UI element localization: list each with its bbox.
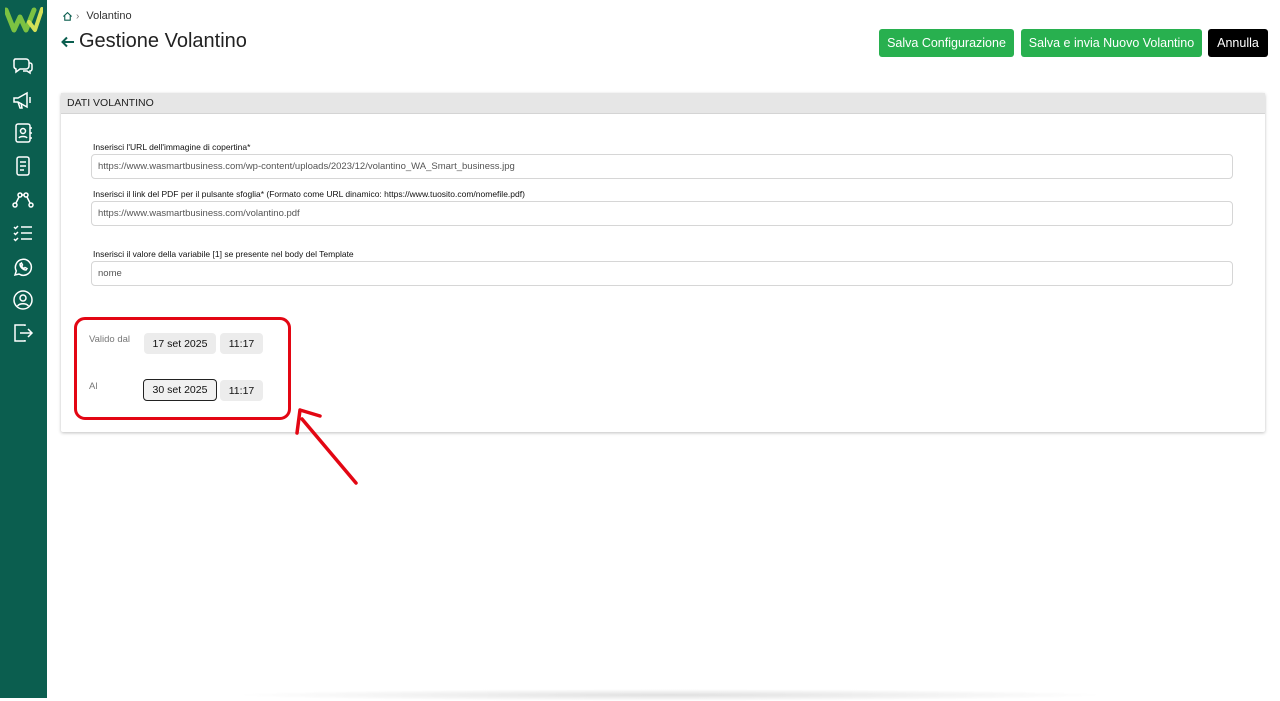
save-config-button[interactable]: Salva Configurazione: [879, 29, 1014, 57]
variable-label: Inserisci il valore della variabile [1] …: [93, 249, 354, 259]
contacts-icon[interactable]: [11, 121, 35, 145]
chat-icon[interactable]: [11, 54, 35, 78]
logout-icon[interactable]: [11, 321, 35, 345]
document-icon[interactable]: [11, 154, 35, 178]
user-icon[interactable]: [11, 288, 35, 312]
breadcrumb-separator: ›: [76, 10, 80, 22]
save-send-button[interactable]: Salva e invia Nuovo Volantino: [1021, 29, 1202, 57]
variable-input[interactable]: [91, 261, 1233, 286]
flow-icon[interactable]: [11, 188, 35, 212]
back-arrow-icon[interactable]: [60, 34, 76, 50]
cover-url-input[interactable]: [91, 154, 1233, 179]
cover-url-label: Inserisci l'URL dell'immagine di coperti…: [93, 142, 251, 152]
bottom-shadow: [230, 689, 1110, 701]
home-icon[interactable]: [62, 11, 73, 22]
app-logo[interactable]: [5, 7, 43, 33]
card-header: DATI VOLANTINO: [61, 93, 1265, 114]
pdf-link-label: Inserisci il link del PDF per il pulsant…: [93, 189, 525, 199]
validity-highlight-box: [74, 317, 291, 420]
pdf-link-input[interactable]: [91, 201, 1233, 226]
annotation-arrow-icon: [295, 408, 358, 485]
breadcrumb: › Volantino: [62, 10, 132, 22]
cancel-button[interactable]: Annulla: [1208, 29, 1268, 57]
checklist-icon[interactable]: [11, 221, 35, 245]
sidebar: [0, 0, 47, 698]
page-title-row: Gestione Volantino: [60, 30, 247, 53]
whatsapp-icon[interactable]: [11, 255, 35, 279]
page-title: Gestione Volantino: [79, 30, 247, 52]
breadcrumb-current[interactable]: Volantino: [86, 10, 131, 22]
megaphone-icon[interactable]: [11, 88, 35, 112]
